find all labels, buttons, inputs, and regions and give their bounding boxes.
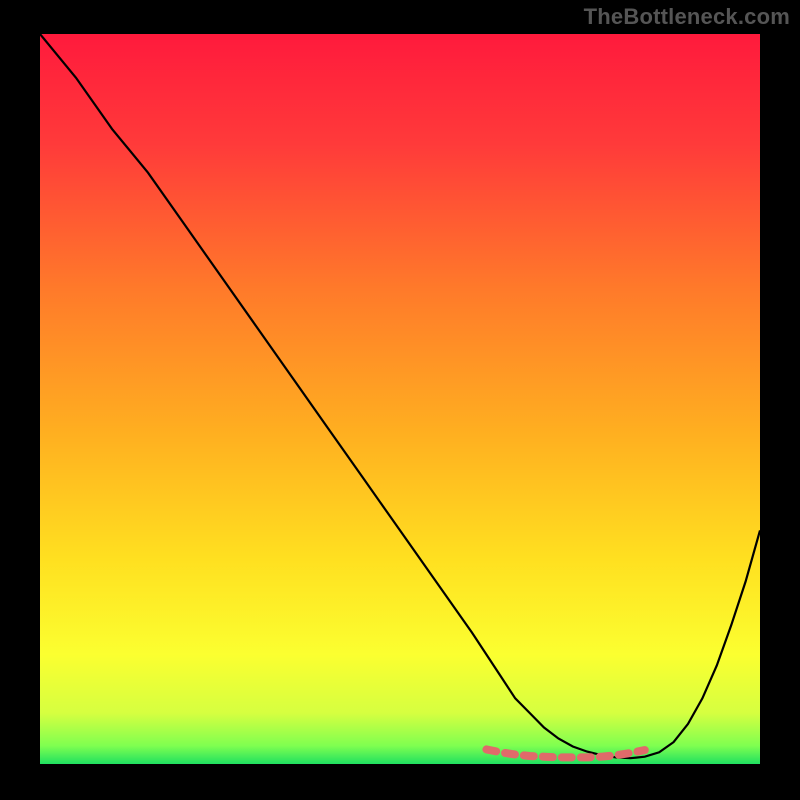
plot-area <box>40 34 760 764</box>
bottleneck-chart <box>40 34 760 764</box>
gradient-background <box>40 34 760 764</box>
watermark-text: TheBottleneck.com <box>584 4 790 30</box>
chart-container: TheBottleneck.com <box>0 0 800 800</box>
